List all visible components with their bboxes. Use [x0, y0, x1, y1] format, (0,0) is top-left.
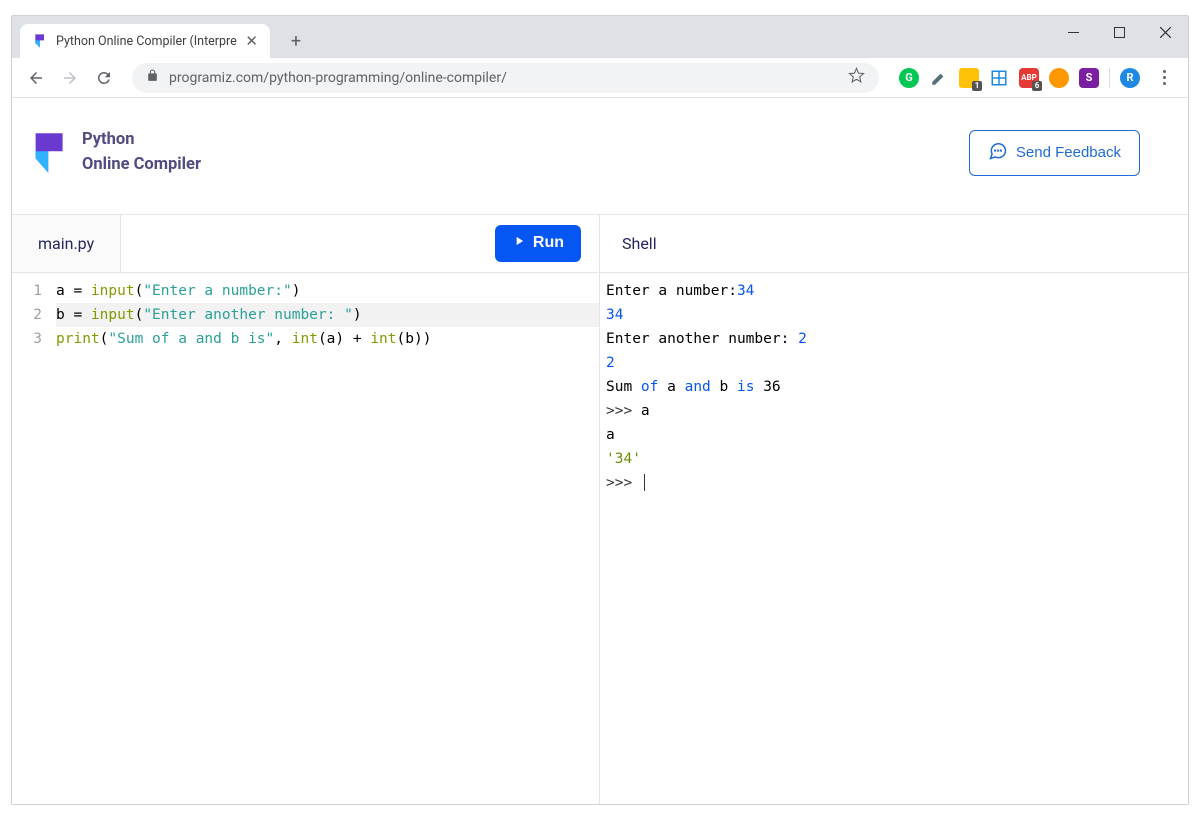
extension-s-icon[interactable]: S [1079, 68, 1099, 88]
extension-icons: G 1 ABP6 S R [899, 68, 1178, 88]
shell-panel: Shell Enter a number:34 34 Enter another… [600, 215, 1188, 805]
back-button[interactable] [22, 64, 50, 92]
url-text: programiz.com/python-programming/online-… [169, 70, 848, 86]
shell-header: Shell [600, 215, 1188, 273]
browser-menu-button[interactable] [1150, 70, 1178, 85]
browser-window: Python Online Compiler (Interpre ✕ + pro… [11, 15, 1189, 805]
editor-header: main.py Run [12, 215, 599, 273]
reload-button[interactable] [90, 64, 118, 92]
divider [1109, 68, 1110, 88]
extension-orange-icon[interactable] [1049, 68, 1069, 88]
window-controls [1050, 16, 1188, 48]
brand: Python Online Compiler [32, 128, 201, 178]
code-line: a = input("Enter a number:") [56, 279, 599, 303]
tab-title-text: Python Online Compiler (Interpre [56, 34, 243, 49]
file-tab[interactable]: main.py [12, 215, 121, 272]
run-button[interactable]: Run [495, 225, 581, 262]
new-tab-button[interactable]: + [282, 27, 310, 55]
title-bar: Python Online Compiler (Interpre ✕ + [12, 16, 1188, 58]
bookmark-star-icon[interactable] [848, 67, 865, 88]
extension-colorpicker-icon[interactable] [929, 68, 949, 88]
run-label: Run [533, 234, 564, 252]
shell-label: Shell [600, 234, 679, 253]
shell-line: a [606, 423, 1188, 447]
address-bar[interactable]: programiz.com/python-programming/online-… [132, 63, 879, 93]
line-number: 3 [12, 327, 42, 351]
shell-line: 2 [606, 351, 1188, 375]
play-icon [512, 234, 526, 253]
close-tab-icon[interactable]: ✕ [243, 34, 260, 49]
page-content: Python Online Compiler Send Feedback mai… [12, 98, 1188, 804]
programiz-logo-icon [32, 131, 68, 175]
brand-line2: Online Compiler [82, 153, 201, 178]
brand-text: Python Online Compiler [82, 128, 201, 178]
shell-line: 34 [606, 303, 1188, 327]
feedback-label: Send Feedback [1016, 144, 1121, 161]
shell-line: Enter another number: 2 [606, 327, 1188, 351]
code-line: b = input("Enter another number: ") [56, 303, 599, 327]
shell-cursor [644, 474, 645, 491]
filename: main.py [38, 234, 94, 253]
page-header: Python Online Compiler Send Feedback [12, 98, 1188, 214]
send-feedback-button[interactable]: Send Feedback [969, 130, 1140, 176]
brand-line1: Python [82, 128, 201, 153]
workspace: main.py Run 1 2 3 [12, 214, 1188, 805]
chat-icon [988, 141, 1008, 165]
browser-toolbar: programiz.com/python-programming/online-… [12, 58, 1188, 98]
editor-panel: main.py Run 1 2 3 [12, 215, 600, 805]
extension-grammarly-icon[interactable]: G [899, 68, 919, 88]
shell-line: '34' [606, 447, 1188, 471]
shell-line: >>> a [606, 399, 1188, 423]
close-window-button[interactable] [1142, 16, 1188, 48]
maximize-button[interactable] [1096, 16, 1142, 48]
extension-yellow-icon[interactable]: 1 [959, 68, 979, 88]
tab-favicon-icon [32, 33, 48, 49]
forward-button[interactable] [56, 64, 84, 92]
code-lines: a = input("Enter a number:") b = input("… [52, 273, 599, 805]
minimize-button[interactable] [1050, 16, 1096, 48]
extension-adblock-icon[interactable]: ABP6 [1019, 68, 1039, 88]
code-editor[interactable]: 1 2 3 a = input("Enter a number:") b = i… [12, 273, 599, 805]
shell-line: Sum of a and b is 36 [606, 375, 1188, 399]
profile-avatar[interactable]: R [1120, 68, 1140, 88]
line-gutter: 1 2 3 [12, 273, 52, 805]
line-number: 2 [12, 303, 42, 327]
browser-tab[interactable]: Python Online Compiler (Interpre ✕ [20, 24, 270, 58]
shell-line: Enter a number:34 [606, 279, 1188, 303]
shell-line: >>> [606, 471, 1188, 495]
code-line: print("Sum of a and b is", int(a) + int(… [56, 327, 599, 351]
line-number: 1 [12, 279, 42, 303]
extension-grid-icon[interactable] [989, 68, 1009, 88]
lock-icon [146, 69, 159, 86]
shell-output[interactable]: Enter a number:34 34 Enter another numbe… [600, 273, 1188, 805]
